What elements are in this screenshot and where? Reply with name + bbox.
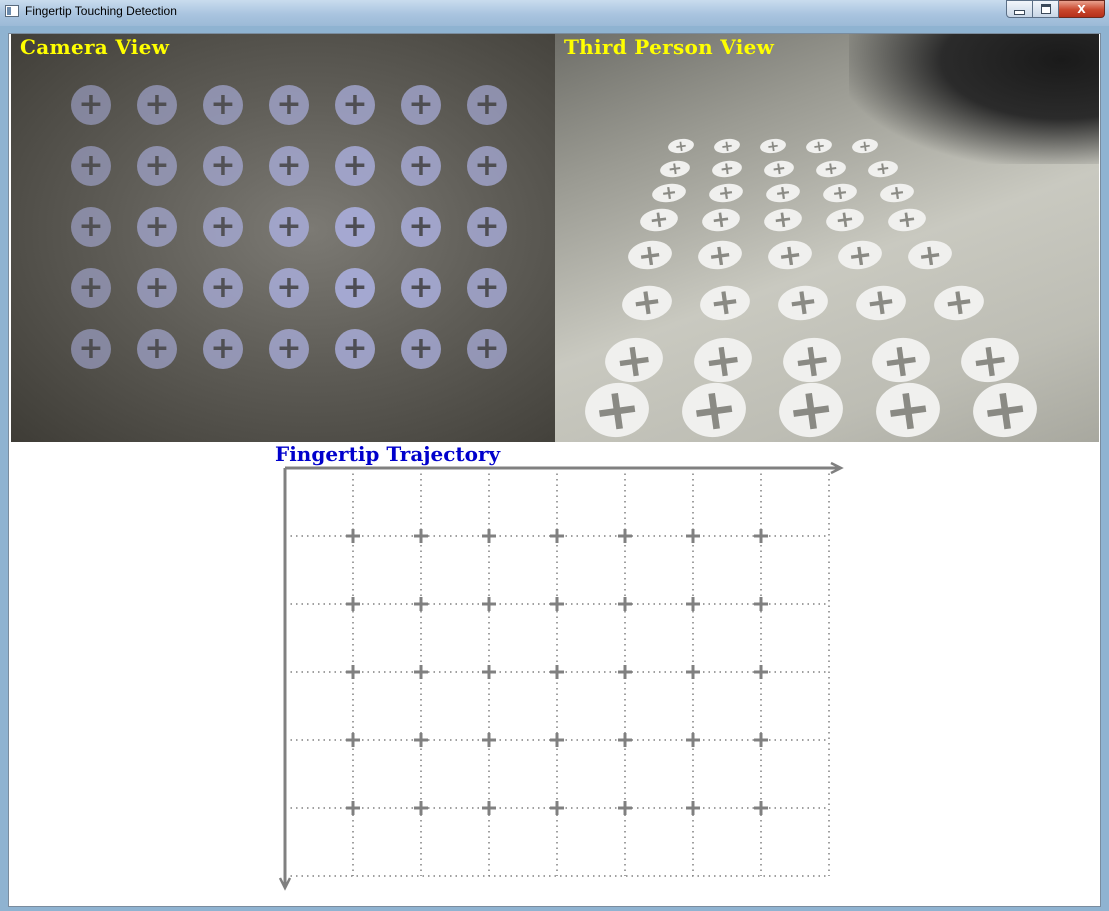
- close-icon: X: [1077, 2, 1086, 16]
- title-bar[interactable]: Fingertip Touching Detection X: [0, 0, 1109, 26]
- maximize-button[interactable]: [1033, 0, 1059, 18]
- window-title: Fingertip Touching Detection: [25, 4, 177, 18]
- window-client-area: + + + + + + + + + + + + + + + + + + + + + + + + + + + + + + + + + + + Came…: [8, 33, 1101, 907]
- app-icon: [5, 5, 19, 17]
- window-controls: X: [1006, 0, 1105, 19]
- minimize-button[interactable]: [1006, 0, 1033, 18]
- minimize-icon: [1014, 9, 1025, 15]
- trajectory-plot: [278, 461, 844, 891]
- close-button[interactable]: X: [1059, 0, 1105, 18]
- maximize-icon: [1040, 4, 1051, 14]
